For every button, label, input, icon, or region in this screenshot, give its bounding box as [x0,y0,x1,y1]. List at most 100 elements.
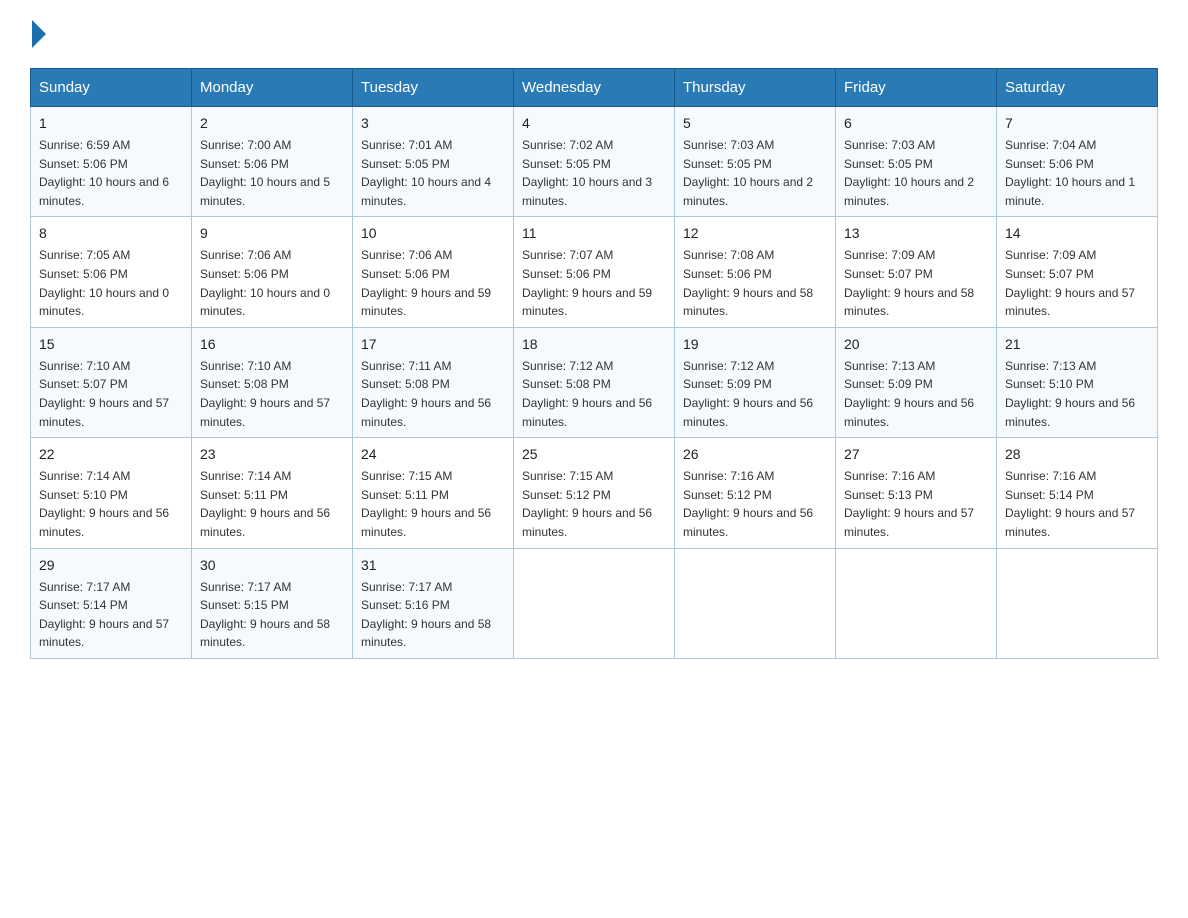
calendar-cell: 7 Sunrise: 7:04 AM Sunset: 5:06 PM Dayli… [997,107,1158,217]
day-info: Sunrise: 7:01 AM Sunset: 5:05 PM Dayligh… [361,136,505,210]
day-header-saturday: Saturday [997,69,1158,107]
calendar-cell: 8 Sunrise: 7:05 AM Sunset: 5:06 PM Dayli… [31,217,192,327]
day-number: 26 [683,444,827,465]
day-number: 14 [1005,223,1149,244]
day-number: 22 [39,444,183,465]
calendar-cell: 26 Sunrise: 7:16 AM Sunset: 5:12 PM Dayl… [675,438,836,548]
calendar-cell: 29 Sunrise: 7:17 AM Sunset: 5:14 PM Dayl… [31,548,192,658]
day-info: Sunrise: 7:10 AM Sunset: 5:07 PM Dayligh… [39,357,183,431]
day-number: 16 [200,334,344,355]
calendar-cell: 18 Sunrise: 7:12 AM Sunset: 5:08 PM Dayl… [514,327,675,437]
day-number: 1 [39,113,183,134]
day-number: 25 [522,444,666,465]
calendar-cell: 3 Sunrise: 7:01 AM Sunset: 5:05 PM Dayli… [353,107,514,217]
day-info: Sunrise: 7:17 AM Sunset: 5:14 PM Dayligh… [39,578,183,652]
day-number: 20 [844,334,988,355]
calendar-week-row: 29 Sunrise: 7:17 AM Sunset: 5:14 PM Dayl… [31,548,1158,658]
calendar-cell: 9 Sunrise: 7:06 AM Sunset: 5:06 PM Dayli… [192,217,353,327]
day-info: Sunrise: 7:17 AM Sunset: 5:16 PM Dayligh… [361,578,505,652]
day-number: 7 [1005,113,1149,134]
calendar-cell [836,548,997,658]
day-info: Sunrise: 7:16 AM Sunset: 5:13 PM Dayligh… [844,467,988,541]
day-info: Sunrise: 7:12 AM Sunset: 5:08 PM Dayligh… [522,357,666,431]
day-info: Sunrise: 7:13 AM Sunset: 5:09 PM Dayligh… [844,357,988,431]
day-info: Sunrise: 7:09 AM Sunset: 5:07 PM Dayligh… [844,246,988,320]
calendar-cell: 12 Sunrise: 7:08 AM Sunset: 5:06 PM Dayl… [675,217,836,327]
day-info: Sunrise: 7:13 AM Sunset: 5:10 PM Dayligh… [1005,357,1149,431]
day-number: 11 [522,223,666,244]
day-number: 28 [1005,444,1149,465]
calendar-cell: 21 Sunrise: 7:13 AM Sunset: 5:10 PM Dayl… [997,327,1158,437]
day-info: Sunrise: 6:59 AM Sunset: 5:06 PM Dayligh… [39,136,183,210]
day-info: Sunrise: 7:06 AM Sunset: 5:06 PM Dayligh… [200,246,344,320]
day-number: 30 [200,555,344,576]
day-number: 13 [844,223,988,244]
logo-arrow-icon [32,20,46,48]
day-header-friday: Friday [836,69,997,107]
day-number: 17 [361,334,505,355]
calendar-cell: 1 Sunrise: 6:59 AM Sunset: 5:06 PM Dayli… [31,107,192,217]
day-number: 8 [39,223,183,244]
calendar-cell: 6 Sunrise: 7:03 AM Sunset: 5:05 PM Dayli… [836,107,997,217]
calendar-cell: 22 Sunrise: 7:14 AM Sunset: 5:10 PM Dayl… [31,438,192,548]
calendar-week-row: 15 Sunrise: 7:10 AM Sunset: 5:07 PM Dayl… [31,327,1158,437]
calendar-cell: 24 Sunrise: 7:15 AM Sunset: 5:11 PM Dayl… [353,438,514,548]
calendar-cell: 28 Sunrise: 7:16 AM Sunset: 5:14 PM Dayl… [997,438,1158,548]
calendar-cell: 23 Sunrise: 7:14 AM Sunset: 5:11 PM Dayl… [192,438,353,548]
day-header-wednesday: Wednesday [514,69,675,107]
day-info: Sunrise: 7:04 AM Sunset: 5:06 PM Dayligh… [1005,136,1149,210]
day-info: Sunrise: 7:05 AM Sunset: 5:06 PM Dayligh… [39,246,183,320]
day-header-sunday: Sunday [31,69,192,107]
day-info: Sunrise: 7:02 AM Sunset: 5:05 PM Dayligh… [522,136,666,210]
calendar-cell: 20 Sunrise: 7:13 AM Sunset: 5:09 PM Dayl… [836,327,997,437]
day-number: 19 [683,334,827,355]
calendar-cell: 27 Sunrise: 7:16 AM Sunset: 5:13 PM Dayl… [836,438,997,548]
day-info: Sunrise: 7:10 AM Sunset: 5:08 PM Dayligh… [200,357,344,431]
calendar-cell [997,548,1158,658]
day-info: Sunrise: 7:16 AM Sunset: 5:14 PM Dayligh… [1005,467,1149,541]
day-number: 27 [844,444,988,465]
day-info: Sunrise: 7:12 AM Sunset: 5:09 PM Dayligh… [683,357,827,431]
calendar-cell: 16 Sunrise: 7:10 AM Sunset: 5:08 PM Dayl… [192,327,353,437]
calendar-cell: 14 Sunrise: 7:09 AM Sunset: 5:07 PM Dayl… [997,217,1158,327]
logo [30,20,48,48]
day-header-thursday: Thursday [675,69,836,107]
calendar-table: SundayMondayTuesdayWednesdayThursdayFrid… [30,68,1158,659]
day-info: Sunrise: 7:11 AM Sunset: 5:08 PM Dayligh… [361,357,505,431]
calendar-cell: 2 Sunrise: 7:00 AM Sunset: 5:06 PM Dayli… [192,107,353,217]
calendar-cell: 13 Sunrise: 7:09 AM Sunset: 5:07 PM Dayl… [836,217,997,327]
calendar-week-row: 1 Sunrise: 6:59 AM Sunset: 5:06 PM Dayli… [31,107,1158,217]
day-number: 12 [683,223,827,244]
calendar-cell: 30 Sunrise: 7:17 AM Sunset: 5:15 PM Dayl… [192,548,353,658]
calendar-cell: 17 Sunrise: 7:11 AM Sunset: 5:08 PM Dayl… [353,327,514,437]
calendar-cell: 31 Sunrise: 7:17 AM Sunset: 5:16 PM Dayl… [353,548,514,658]
day-number: 9 [200,223,344,244]
day-info: Sunrise: 7:16 AM Sunset: 5:12 PM Dayligh… [683,467,827,541]
day-number: 6 [844,113,988,134]
day-info: Sunrise: 7:14 AM Sunset: 5:11 PM Dayligh… [200,467,344,541]
day-info: Sunrise: 7:03 AM Sunset: 5:05 PM Dayligh… [683,136,827,210]
calendar-cell [514,548,675,658]
day-number: 10 [361,223,505,244]
day-number: 5 [683,113,827,134]
calendar-cell: 5 Sunrise: 7:03 AM Sunset: 5:05 PM Dayli… [675,107,836,217]
day-header-monday: Monday [192,69,353,107]
day-info: Sunrise: 7:08 AM Sunset: 5:06 PM Dayligh… [683,246,827,320]
day-number: 4 [522,113,666,134]
day-info: Sunrise: 7:07 AM Sunset: 5:06 PM Dayligh… [522,246,666,320]
calendar-cell: 4 Sunrise: 7:02 AM Sunset: 5:05 PM Dayli… [514,107,675,217]
calendar-cell: 15 Sunrise: 7:10 AM Sunset: 5:07 PM Dayl… [31,327,192,437]
day-info: Sunrise: 7:09 AM Sunset: 5:07 PM Dayligh… [1005,246,1149,320]
day-info: Sunrise: 7:06 AM Sunset: 5:06 PM Dayligh… [361,246,505,320]
day-info: Sunrise: 7:14 AM Sunset: 5:10 PM Dayligh… [39,467,183,541]
calendar-week-row: 22 Sunrise: 7:14 AM Sunset: 5:10 PM Dayl… [31,438,1158,548]
calendar-cell [675,548,836,658]
day-number: 31 [361,555,505,576]
day-header-tuesday: Tuesday [353,69,514,107]
calendar-header: SundayMondayTuesdayWednesdayThursdayFrid… [31,69,1158,107]
calendar-cell: 10 Sunrise: 7:06 AM Sunset: 5:06 PM Dayl… [353,217,514,327]
day-info: Sunrise: 7:03 AM Sunset: 5:05 PM Dayligh… [844,136,988,210]
day-number: 15 [39,334,183,355]
day-number: 23 [200,444,344,465]
day-info: Sunrise: 7:00 AM Sunset: 5:06 PM Dayligh… [200,136,344,210]
